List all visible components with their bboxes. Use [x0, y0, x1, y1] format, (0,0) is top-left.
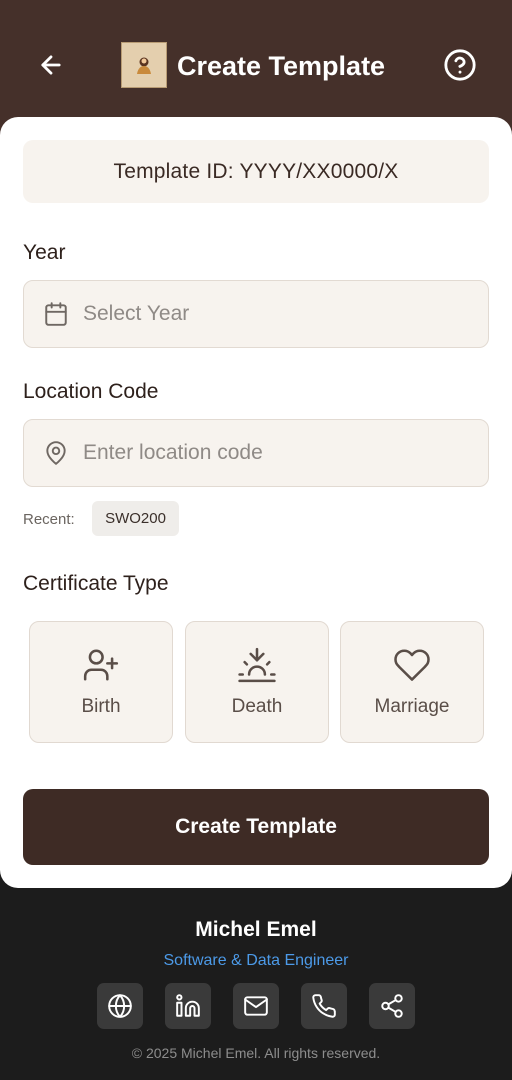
create-template-button[interactable]: Create Template: [23, 789, 489, 865]
calendar-icon: [43, 301, 69, 327]
certificate-type-marriage[interactable]: Marriage: [340, 621, 484, 743]
location-code-input[interactable]: Enter location code: [23, 419, 489, 487]
help-circle-icon: [444, 49, 476, 81]
year-select[interactable]: Select Year: [23, 280, 489, 348]
share-button[interactable]: [369, 983, 415, 1029]
help-button[interactable]: [441, 46, 479, 84]
template-id-banner: Template ID: YYYY/XX0000/X: [23, 140, 489, 203]
logo-figure-icon: [137, 57, 151, 74]
map-pin-icon: [43, 440, 69, 466]
footer-role[interactable]: Software & Data Engineer: [0, 952, 512, 970]
heart-icon: [393, 646, 431, 684]
sunset-icon: [238, 646, 276, 684]
arrow-left-icon: [41, 55, 61, 75]
certificate-type-death[interactable]: Death: [185, 621, 329, 743]
linkedin-link[interactable]: [165, 983, 211, 1029]
location-label: Location Code: [23, 380, 159, 403]
globe-icon: [108, 994, 132, 1018]
app-logo: [121, 42, 167, 88]
linkedin-icon: [176, 994, 200, 1017]
year-placeholder: Select Year: [83, 302, 190, 325]
certificate-type-label: Certificate Type: [23, 572, 169, 595]
back-button[interactable]: [34, 48, 68, 82]
birth-label: Birth: [81, 696, 121, 717]
email-link[interactable]: [233, 983, 279, 1029]
phone-link[interactable]: [301, 983, 347, 1029]
death-label: Death: [231, 696, 283, 717]
location-placeholder: Enter location code: [83, 441, 263, 464]
app-header: Create Template: [0, 0, 512, 135]
phone-icon: [312, 994, 336, 1018]
footer-name: Michel Emel: [195, 918, 317, 941]
year-label: Year: [23, 241, 66, 264]
recent-label: Recent:: [23, 511, 75, 528]
certificate-type-birth[interactable]: Birth: [29, 621, 173, 743]
website-link[interactable]: [97, 983, 143, 1029]
share-icon: [381, 994, 403, 1018]
copyright-text: © 2025 Michel Emel. All rights reserved.: [131, 1045, 381, 1061]
page-title: Create Template: [177, 51, 386, 81]
recent-chip[interactable]: SWO200: [92, 501, 179, 536]
marriage-label: Marriage: [374, 696, 450, 717]
mail-icon: [244, 996, 268, 1016]
form-card: Template ID: YYYY/XX0000/X Year Select Y…: [0, 117, 512, 888]
user-plus-icon: [82, 646, 120, 684]
